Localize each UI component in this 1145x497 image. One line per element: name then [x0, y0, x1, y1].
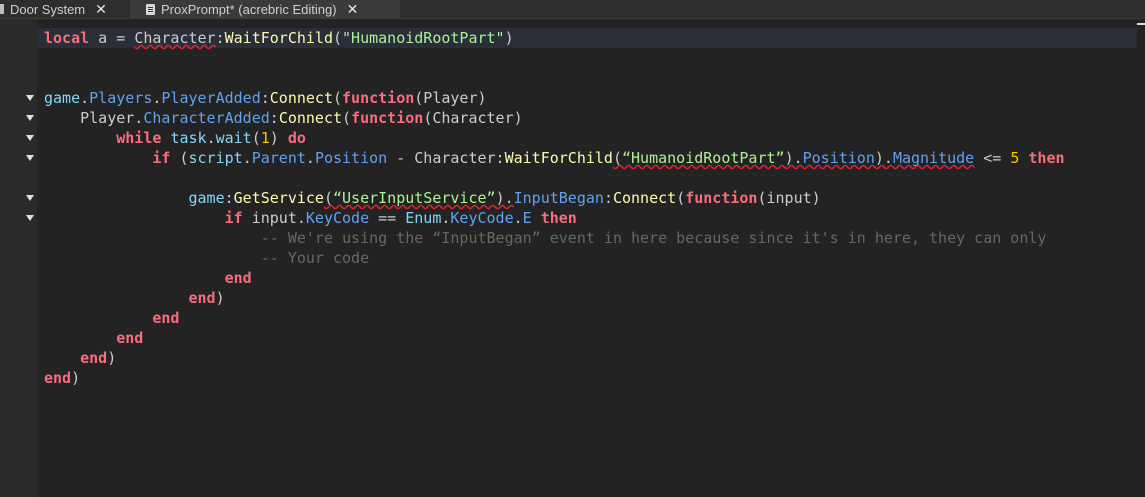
- code-line-15[interactable]: end: [44, 308, 179, 328]
- code-line-6[interactable]: while task.wait(1) do: [44, 128, 306, 148]
- scrollbar-position-marker: [1137, 23, 1145, 25]
- code-line-12-comment[interactable]: -- Your code: [44, 248, 369, 268]
- tab-door-system[interactable]: Door System ✕: [0, 0, 128, 18]
- code-line-7[interactable]: if (script.Parent.Position - Character:W…: [44, 148, 1064, 168]
- code-line-1[interactable]: local a = Character:WaitForChild("Humano…: [44, 28, 514, 48]
- tab-label: ProxPrompt* (acrebric Editing): [161, 1, 337, 17]
- code-line-14[interactable]: end): [44, 288, 225, 308]
- fold-arrow-icon[interactable]: [26, 215, 34, 221]
- script-icon: [146, 3, 155, 15]
- tab-proxprompt[interactable]: ProxPrompt* (acrebric Editing) ✕: [130, 0, 400, 18]
- code-line-16[interactable]: end: [44, 328, 143, 348]
- code-line-13[interactable]: end: [44, 268, 252, 288]
- tab-bar: Door System ✕ ProxPrompt* (acrebric Edit…: [0, 0, 1145, 19]
- code-line-17[interactable]: end): [44, 348, 116, 368]
- code-line-5[interactable]: Player.CharacterAdded:Connect(function(C…: [44, 108, 523, 128]
- fold-arrow-icon[interactable]: [26, 115, 34, 121]
- close-icon[interactable]: ✕: [347, 1, 359, 18]
- code-line-18[interactable]: end): [44, 368, 80, 388]
- code-line-9[interactable]: game:GetService(“UserInputService”).Inpu…: [44, 188, 821, 208]
- tab-label: Door System: [10, 1, 86, 17]
- fold-arrow-icon[interactable]: [26, 155, 34, 161]
- close-icon[interactable]: ✕: [95, 1, 107, 18]
- code-line-4[interactable]: game.Players.PlayerAdded:Connect(functio…: [44, 88, 487, 108]
- editor-gutter: [0, 19, 37, 497]
- fold-arrow-icon[interactable]: [26, 135, 34, 141]
- code-line-10[interactable]: if input.KeyCode == Enum.KeyCode.E then: [44, 208, 577, 228]
- code-editor[interactable]: local a = Character:WaitForChild("Humano…: [37, 19, 1145, 497]
- door-icon: [0, 4, 4, 14]
- vertical-scrollbar[interactable]: [1137, 19, 1145, 497]
- fold-arrow-icon[interactable]: [26, 95, 34, 101]
- code-line-11-comment[interactable]: -- We're using the “InputBegan” event in…: [44, 228, 1047, 248]
- fold-arrow-icon[interactable]: [26, 195, 34, 201]
